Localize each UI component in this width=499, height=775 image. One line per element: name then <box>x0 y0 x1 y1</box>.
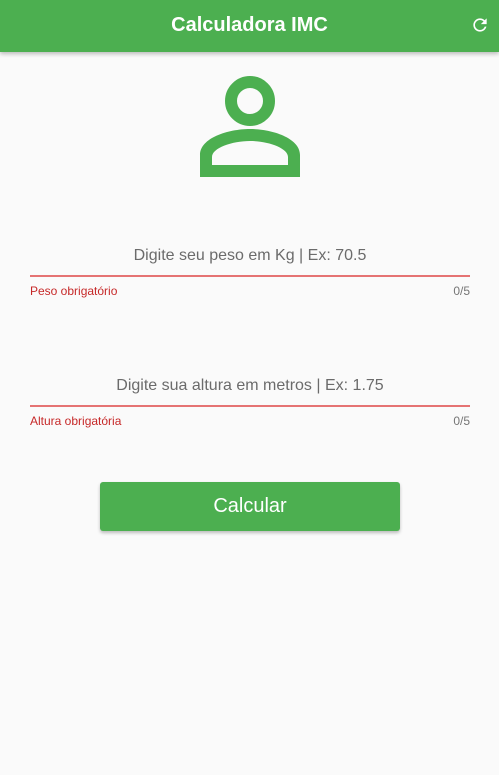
refresh-icon <box>473 18 487 32</box>
app-title: Calculadora IMC <box>171 14 328 36</box>
height-input[interactable] <box>30 367 470 407</box>
height-error-text: Altura obrigatória <box>30 414 122 428</box>
calculate-button[interactable]: Calcular <box>100 482 400 531</box>
person-icon <box>200 76 300 177</box>
avatar <box>196 72 304 180</box>
weight-field: Peso obrigatório 0/5 <box>30 237 470 300</box>
weight-input[interactable] <box>30 237 470 277</box>
refresh-button[interactable] <box>466 11 494 39</box>
weight-error-text: Peso obrigatório <box>30 284 118 298</box>
height-char-counter: 0/5 <box>453 414 470 428</box>
height-helper-row: Altura obrigatória 0/5 <box>30 414 470 430</box>
app-bar: Calculadora IMC <box>0 0 499 52</box>
weight-char-counter: 0/5 <box>453 284 470 298</box>
weight-helper-row: Peso obrigatório 0/5 <box>30 284 470 300</box>
height-field: Altura obrigatória 0/5 <box>30 367 470 430</box>
